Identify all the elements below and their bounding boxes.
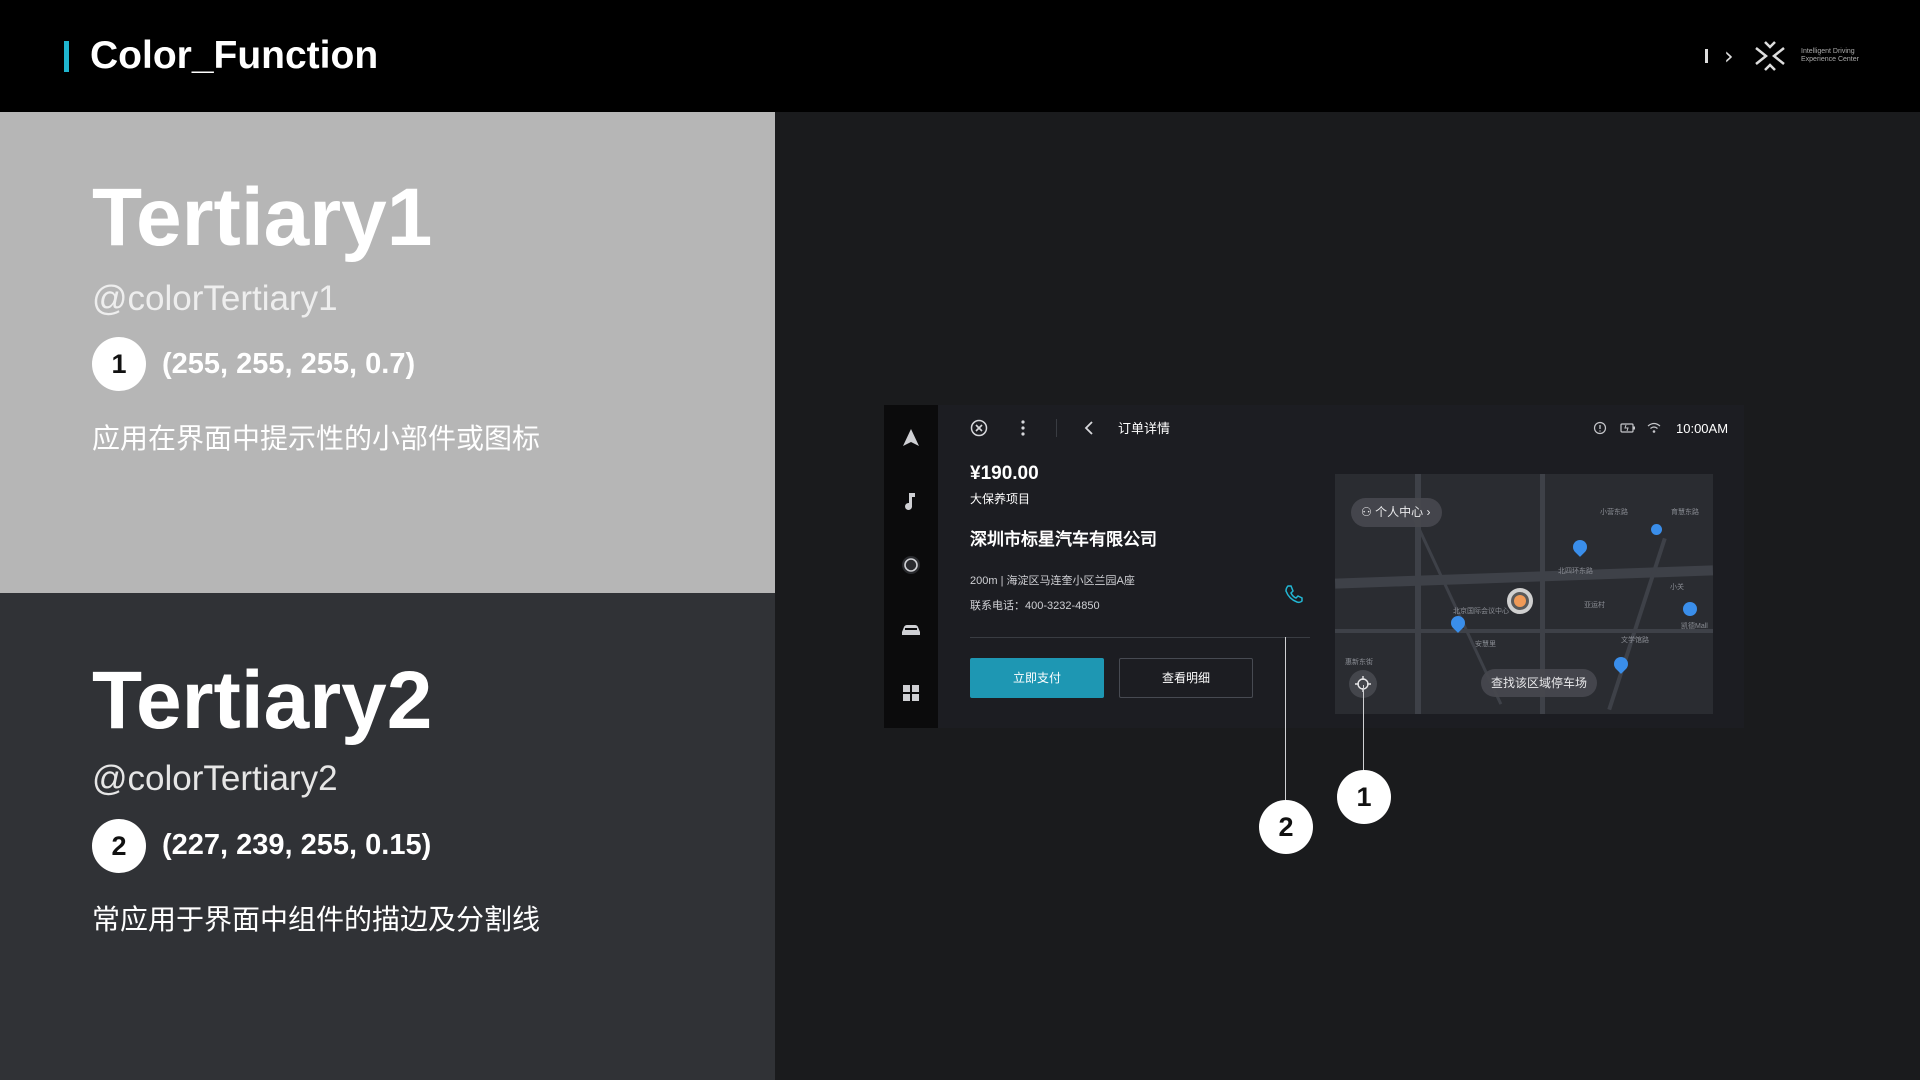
tertiary2-title: Tertiary2 [92,655,433,746]
close-icon[interactable] [970,419,988,437]
callout-line-2 [1285,637,1286,801]
view-detail-button[interactable]: 查看明细 [1119,658,1253,698]
service-name: 大保养项目 [970,492,1031,506]
company-address: 200m | 海淀区马连奎小区兰园A座 [970,575,1135,587]
chevron-right-icon: › [1423,505,1431,519]
battery-icon [1620,423,1635,433]
apps-grid-icon[interactable] [899,681,923,705]
map-label: 北四环东路 [1558,568,1593,575]
tertiary1-badge: 1 [92,337,146,391]
personal-center-label: 个人中心 [1375,505,1424,519]
brand-logo-icon [1755,41,1785,71]
music-icon[interactable] [899,489,923,513]
map-label: 育慧东路 [1671,509,1699,516]
alert-icon [1593,421,1607,435]
map-label: 北京国际会议中心 [1453,608,1509,615]
order-price: ¥190.00 [970,463,1039,484]
map-label: 安慧里 [1475,641,1496,648]
topbar-separator [1056,419,1057,437]
home-circle-icon[interactable] [899,553,923,577]
brand-text-line2: Experience Center [1801,56,1859,63]
brand-logo-group: › Intelligent Driving Experience Center [1700,40,1900,72]
brand-divider [1705,49,1708,63]
map-label: 惠新东街 [1345,659,1373,666]
car-icon[interactable] [899,617,923,641]
phone-icon[interactable] [1283,583,1305,605]
pay-now-button[interactable]: 立即支付 [970,658,1104,698]
tertiary2-badge: 2 [92,819,146,873]
tertiary2-token: @colorTertiary2 [92,759,338,798]
side-dock [884,405,938,728]
personal-center-chip[interactable]: ⚇ 个人中心 › [1351,498,1443,527]
tertiary1-panel: Tertiary1 @colorTertiary1 1 (255, 255, 2… [0,112,775,593]
page-heading: 订单详情 [1118,421,1171,436]
title-accent-bar [64,41,69,72]
car-screen-mockup: 订单详情 10:00AM ¥190.00 大保养项目 深圳市标星汽车有限公司 2… [884,405,1744,728]
callout-badge-1: 1 [1337,770,1391,824]
company-phone: 联系电话：400-3232-4850 [970,600,1100,612]
tertiary2-description: 常应用于界面中组件的描边及分割线 [92,904,541,935]
back-arrow-icon[interactable] [1082,419,1096,437]
map-label: 亚运村 [1584,602,1605,609]
tertiary1-description: 应用在界面中提示性的小部件或图标 [92,423,541,454]
map-poi[interactable] [1651,524,1662,535]
slide: Color_Function › Intelligent Driving Exp… [0,0,1920,1080]
tertiary2-panel: Tertiary2 @colorTertiary2 2 (227, 239, 2… [0,593,775,1080]
map-label: 小关 [1670,584,1684,591]
map-label: 凯德Mall [1681,623,1708,630]
tertiary1-title: Tertiary1 [92,172,433,263]
map-label: 文学馆路 [1621,637,1649,644]
map-road [1335,629,1713,633]
map-pin[interactable] [1570,537,1590,557]
brand-text-line1: Intelligent Driving [1801,48,1855,55]
user-location-marker [1507,588,1533,614]
map-view[interactable]: 北京国际会议中心 北四环东路 小营东路 育慧东路 亚运村 文学馆路 小关 凯德M… [1335,474,1713,714]
find-parking-chip[interactable]: 查找该区域停车场 [1481,669,1598,697]
user-icon: ⚇ [1361,505,1376,519]
page-title: Color_Function [90,34,379,77]
content-divider [970,637,1310,638]
clock: 10:00AM [1676,421,1729,436]
chevron-right-icon: › [1724,42,1734,70]
callout-badge-2: 2 [1259,800,1313,854]
map-road [1607,537,1667,711]
company-name: 深圳市标星汽车有限公司 [970,530,1157,549]
wifi-icon [1647,422,1661,433]
header: Color_Function › Intelligent Driving Exp… [0,0,1920,112]
more-vertical-icon[interactable] [1021,419,1025,437]
navigation-icon[interactable] [899,426,923,450]
brand-text: Intelligent Driving Experience Center [1801,48,1859,64]
tertiary1-token: @colorTertiary1 [92,279,338,318]
tertiary2-rgba: (227, 239, 255, 0.15) [162,829,432,861]
callout-line-1 [1363,685,1364,771]
map-label: 小营东路 [1600,509,1628,516]
tertiary1-rgba: (255, 255, 255, 0.7) [162,348,416,380]
map-poi[interactable] [1683,602,1697,616]
